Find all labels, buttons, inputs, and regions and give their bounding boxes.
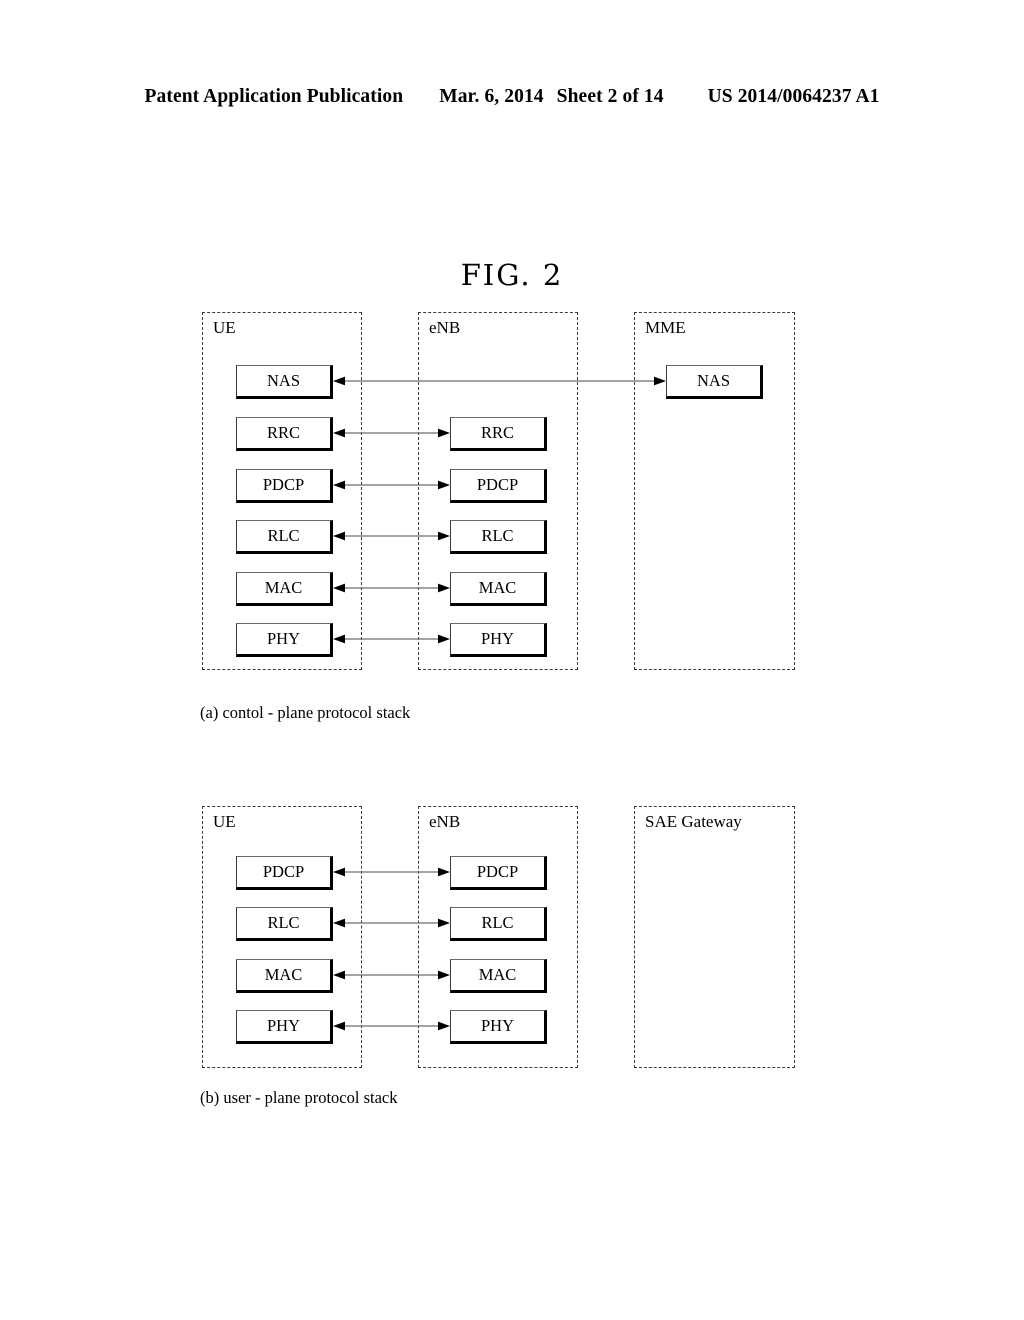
- layer-box-ue-nas: NAS: [236, 365, 333, 399]
- layer-box-ue-user-pdcp: PDCP: [236, 856, 333, 890]
- header-sheet-text: Sheet 2 of 14: [556, 86, 664, 107]
- figure-title: FIG. 2: [460, 258, 564, 292]
- header-patent-number-text: US 2014/0064237 A1: [707, 86, 880, 107]
- container-label-sae-gateway: SAE Gateway: [645, 812, 742, 831]
- layer-box-ue-mac: MAC: [236, 572, 333, 606]
- layer-box-ue-rrc: RRC: [236, 417, 333, 451]
- caption-user-plane: (b) user - plane protocol stack: [200, 1088, 398, 1107]
- layer-box-enb-rlc: RLC: [450, 520, 547, 554]
- layer-box-enb-phy: PHY: [450, 623, 547, 657]
- page-header: Patent Application Publication Mar. 6, 2…: [0, 86, 1024, 114]
- layer-box-ue-pdcp: PDCP: [236, 469, 333, 503]
- layer-box-enb-user-phy: PHY: [450, 1010, 547, 1044]
- caption-control-plane: (a) contol - plane protocol stack: [200, 703, 411, 722]
- container-label-ue-control: UE: [213, 318, 236, 337]
- header-date-text: Mar. 6, 2014: [439, 86, 544, 107]
- layer-box-enb-pdcp: PDCP: [450, 469, 547, 503]
- layer-box-ue-user-rlc: RLC: [236, 907, 333, 941]
- layer-box-enb-rrc: RRC: [450, 417, 547, 451]
- layer-box-enb-user-rlc: RLC: [450, 907, 547, 941]
- layer-box-enb-user-pdcp: PDCP: [450, 856, 547, 890]
- header-publication-text: Patent Application Publication: [144, 86, 404, 107]
- layer-box-enb-mac: MAC: [450, 572, 547, 606]
- layer-box-ue-user-mac: MAC: [236, 959, 333, 993]
- container-label-enb-control: eNB: [429, 318, 461, 337]
- layer-box-ue-user-phy: PHY: [236, 1010, 333, 1044]
- layer-box-mme-nas: NAS: [666, 365, 763, 399]
- layer-box-enb-user-mac: MAC: [450, 959, 547, 993]
- container-label-mme-control: MME: [645, 318, 686, 337]
- container-sae-gateway: SAE Gateway: [634, 806, 795, 1068]
- layer-box-ue-rlc: RLC: [236, 520, 333, 554]
- container-label-enb-user: eNB: [429, 812, 461, 831]
- container-label-ue-user: UE: [213, 812, 236, 831]
- layer-box-ue-phy: PHY: [236, 623, 333, 657]
